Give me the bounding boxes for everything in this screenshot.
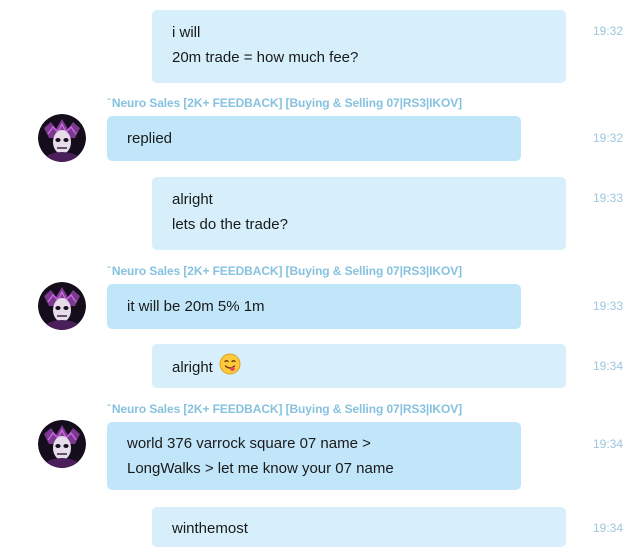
sender-name[interactable]: ˇNeuro Sales [2K+ FEEDBACK] [Buying & Se… bbox=[107, 96, 462, 110]
message-text: alright bbox=[172, 358, 213, 376]
message-bubble-incoming[interactable]: world 376 varrock square 07 name > LongW… bbox=[107, 422, 521, 490]
message-timestamp: 19:32 bbox=[593, 24, 624, 38]
message-text: lets do the trade? bbox=[172, 216, 288, 233]
message-bubble-incoming[interactable]: it will be 20m 5% 1m bbox=[107, 284, 521, 329]
avatar-image bbox=[38, 420, 86, 468]
message-bubble-incoming[interactable]: replied bbox=[107, 116, 521, 161]
message-text: winthemost bbox=[172, 520, 248, 537]
sender-name[interactable]: ˇNeuro Sales [2K+ FEEDBACK] [Buying & Se… bbox=[107, 402, 462, 416]
sender-name[interactable]: ˇNeuro Sales [2K+ FEEDBACK] [Buying & Se… bbox=[107, 264, 462, 278]
message-text: alright bbox=[172, 191, 213, 208]
message-bubble-outgoing[interactable]: i will 20m trade = how much fee? bbox=[152, 10, 566, 83]
contact-avatar[interactable] bbox=[38, 420, 86, 468]
message-text: LongWalks > let me know your 07 name bbox=[127, 460, 394, 477]
message-timestamp: 19:32 bbox=[593, 131, 624, 145]
message-bubble-outgoing[interactable]: alright lets do the trade? bbox=[152, 177, 566, 250]
contact-avatar[interactable] bbox=[38, 114, 86, 162]
message-timestamp: 19:33 bbox=[593, 191, 624, 205]
message-timestamp: 19:33 bbox=[593, 299, 624, 313]
message-timestamp: 19:34 bbox=[593, 437, 624, 451]
message-bubble-outgoing[interactable]: alright bbox=[152, 344, 566, 388]
avatar-image bbox=[38, 114, 86, 162]
avatar-image bbox=[38, 282, 86, 330]
message-text: i will bbox=[172, 24, 201, 41]
message-text: world 376 varrock square 07 name > bbox=[127, 435, 371, 452]
message-text: 20m trade = how much fee? bbox=[172, 49, 359, 66]
face-savouring-icon bbox=[219, 353, 241, 383]
contact-avatar[interactable] bbox=[38, 282, 86, 330]
message-bubble-outgoing[interactable]: winthemost bbox=[152, 507, 566, 547]
message-timestamp: 19:34 bbox=[593, 359, 624, 373]
message-text: replied bbox=[127, 130, 173, 147]
message-timestamp: 19:34 bbox=[593, 521, 624, 535]
message-text: it will be 20m 5% 1m bbox=[127, 298, 265, 315]
